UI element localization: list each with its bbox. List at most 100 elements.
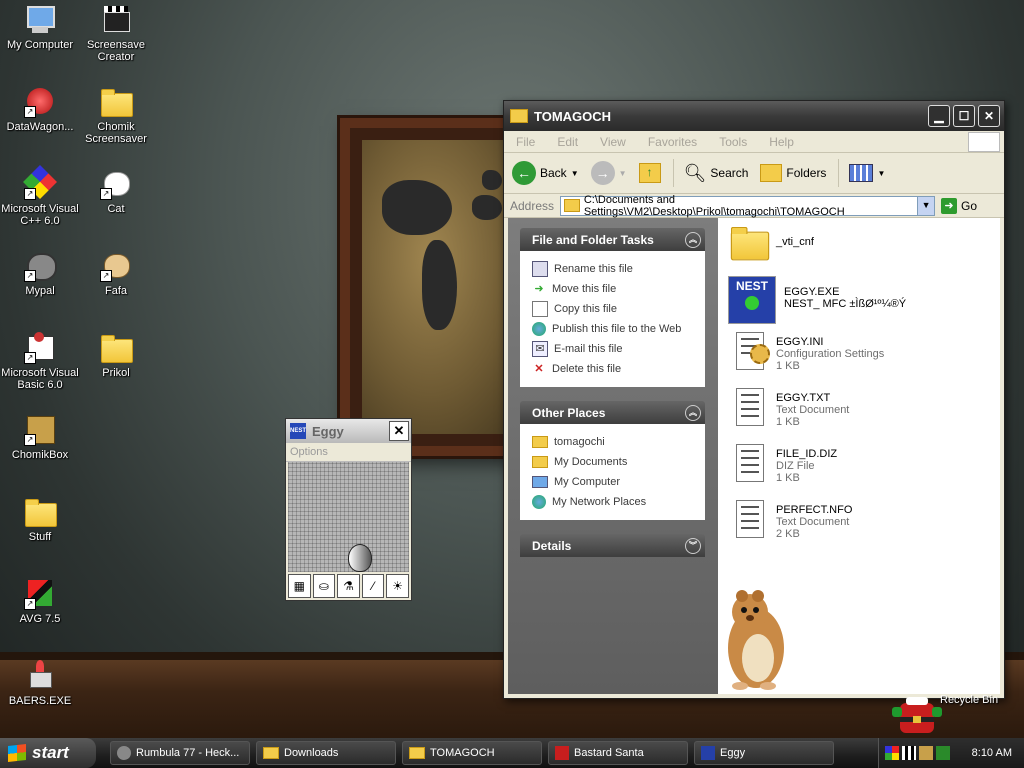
task-delete[interactable]: ✕ Delete this file (532, 359, 699, 379)
menu-bar: File Edit View Favorites Tools Help (504, 131, 1004, 153)
hamster-pet[interactable] (720, 588, 790, 692)
copy-icon (532, 301, 548, 317)
food-icon[interactable]: ⛀ (312, 574, 336, 598)
eggy-options-menu[interactable]: Options (286, 443, 411, 462)
hamster-tray-icon[interactable] (919, 746, 933, 760)
go-button[interactable]: ➜ Go (941, 197, 977, 214)
address-input[interactable]: C:\Documents and Settings\VM2\Desktop\Pr… (560, 193, 936, 218)
search-button[interactable]: 🔍︎ Search (684, 163, 749, 184)
task-copy[interactable]: Copy this file (532, 299, 699, 319)
desktop-icon-datawagon[interactable]: ↗ DataWagon... (0, 86, 80, 133)
delete-icon: ✕ (534, 363, 544, 375)
details-panel: Details ︾ (520, 534, 705, 557)
broom-icon[interactable]: ⚗ (337, 574, 360, 598)
desktop-icon-baers[interactable]: BAERS.EXE (0, 660, 80, 707)
collapse-icon[interactable]: ︽ (685, 404, 701, 421)
recycle-bin-label[interactable]: Recycle Bin (940, 694, 998, 706)
address-value: C:\Documents and Settings\VM2\Desktop\Pr… (583, 193, 845, 218)
window-title: TOMAGOCH (534, 108, 612, 124)
collapse-icon[interactable]: ︽ (685, 231, 701, 248)
place-network[interactable]: My Network Places (532, 492, 699, 512)
text-document-icon (728, 386, 768, 428)
expand-icon[interactable]: ︾ (685, 537, 701, 554)
desktop-icon-fafa[interactable]: ↗ Fafa (76, 250, 156, 297)
cat-icon: ↗ (100, 168, 132, 200)
task-pane: File and Folder Tasks ︽ Rename this file… (508, 218, 718, 694)
minimize-button[interactable]: ▁ (928, 105, 950, 127)
tray-app-icon[interactable] (902, 746, 916, 760)
taskbar-button-bastard-santa[interactable]: Bastard Santa (548, 741, 688, 765)
file-item[interactable]: PERFECT.NFO Text Document 2 KB (728, 498, 852, 540)
folders-button[interactable]: Folders (760, 164, 826, 182)
visual-basic-icon: ↗ (24, 332, 56, 364)
network-icon (532, 495, 546, 509)
syringe-icon[interactable]: ⁄ (361, 574, 385, 598)
address-dropdown-button[interactable]: ▼ (917, 196, 935, 215)
avg-icon: ↗ (24, 578, 56, 610)
eggy-titlebar[interactable]: NEST Eggy ✕ (286, 419, 411, 443)
clapperboard-icon (100, 4, 132, 36)
desktop-icon-mypal[interactable]: ↗ Mypal (0, 250, 80, 297)
light-icon[interactable]: ☀ (386, 574, 409, 598)
desktop-icon-chomikbox[interactable]: ↗ ChomikBox (0, 414, 80, 461)
computer-icon (24, 4, 56, 36)
file-item[interactable]: EGGY.TXT Text Document 1 KB (728, 386, 849, 428)
menu-favorites[interactable]: Favorites (648, 135, 697, 149)
maximize-button[interactable]: ☐ (953, 105, 975, 127)
desktop-icon-avg[interactable]: ↗ AVG 7.5 (0, 578, 80, 625)
panel-header[interactable]: File and Folder Tasks ︽ (520, 228, 705, 251)
datawagon-icon: ↗ (24, 86, 56, 118)
place-my-documents[interactable]: My Documents (532, 452, 699, 472)
place-my-computer[interactable]: My Computer (532, 472, 699, 492)
forward-button[interactable]: → ▼ (590, 161, 627, 185)
menu-tools[interactable]: Tools (719, 135, 747, 149)
folder-icon (532, 436, 548, 448)
windows-logo-icon (968, 132, 1000, 152)
menu-file[interactable]: File (516, 135, 535, 149)
taskbar-button-rumbula[interactable]: Rumbula 77 - Heck... (110, 741, 250, 765)
task-move[interactable]: ➜ Move this file (532, 279, 699, 299)
file-item[interactable]: FILE_ID.DIZ DIZ File 1 KB (728, 442, 837, 484)
desktop-icon-chomik-screensaver[interactable]: Chomik Screensaver (76, 86, 156, 145)
address-label: Address (510, 198, 555, 213)
menu-view[interactable]: View (600, 135, 626, 149)
desktop-icon-visual-basic[interactable]: ↗ Microsoft Visual Basic 6.0 (0, 332, 80, 391)
place-tomagochi[interactable]: tomagochi (532, 432, 699, 452)
task-publish[interactable]: Publish this file to the Web (532, 319, 699, 339)
back-button[interactable]: ← Back ▼ (512, 161, 579, 185)
file-item[interactable]: NEST EGGY.EXE NEST_ MFC ±ÌßØ¹º¼®Ý (728, 276, 906, 324)
calendar-icon[interactable]: ▦ (288, 574, 311, 598)
santa-pet[interactable] (886, 697, 948, 737)
explorer-titlebar[interactable]: TOMAGOCH ▁ ☐ ✕ (504, 101, 1004, 131)
desktop-icon-screensave-creator[interactable]: Screensave Creator (76, 4, 156, 63)
desktop-icon-my-computer[interactable]: My Computer (0, 4, 80, 51)
file-item[interactable]: _vti_cnf (728, 224, 814, 266)
up-folder-button[interactable]: ↑ (638, 163, 661, 183)
tray-app-icon[interactable] (885, 746, 899, 760)
menu-edit[interactable]: Edit (557, 135, 578, 149)
search-icon: 🔍︎ (683, 162, 707, 183)
panel-header[interactable]: Other Places ︽ (520, 401, 705, 424)
raccoon-icon: ↗ (24, 250, 57, 282)
desktop-icon-prikol[interactable]: Prikol (76, 332, 156, 379)
move-icon: ➜ (534, 283, 544, 295)
close-button[interactable]: ✕ (389, 421, 409, 441)
network-tray-icon[interactable] (936, 746, 950, 760)
file-item[interactable]: EGGY.INI Configuration Settings 1 KB (728, 330, 884, 372)
task-rename[interactable]: Rename this file (532, 259, 699, 279)
close-button[interactable]: ✕ (978, 105, 1000, 127)
desktop-icon-cat[interactable]: ↗ Cat (76, 168, 156, 215)
desktop-icon-stuff[interactable]: Stuff (0, 496, 80, 543)
task-email[interactable]: ✉ E-mail this file (532, 339, 699, 359)
taskbar-button-tomagoch[interactable]: TOMAGOCH (402, 741, 542, 765)
toolbar-separator (672, 159, 674, 187)
taskbar-button-downloads[interactable]: Downloads (256, 741, 396, 765)
menu-help[interactable]: Help (769, 135, 794, 149)
chevron-down-icon: ▼ (877, 168, 886, 178)
views-button[interactable]: ▼ (849, 164, 885, 182)
start-button[interactable]: start (0, 738, 96, 768)
taskbar-button-eggy[interactable]: Eggy (694, 741, 834, 765)
folders-icon (760, 164, 783, 182)
panel-header[interactable]: Details ︾ (520, 534, 705, 557)
desktop-icon-visual-cpp[interactable]: ↗ Microsoft Visual C++ 6.0 (0, 165, 80, 227)
